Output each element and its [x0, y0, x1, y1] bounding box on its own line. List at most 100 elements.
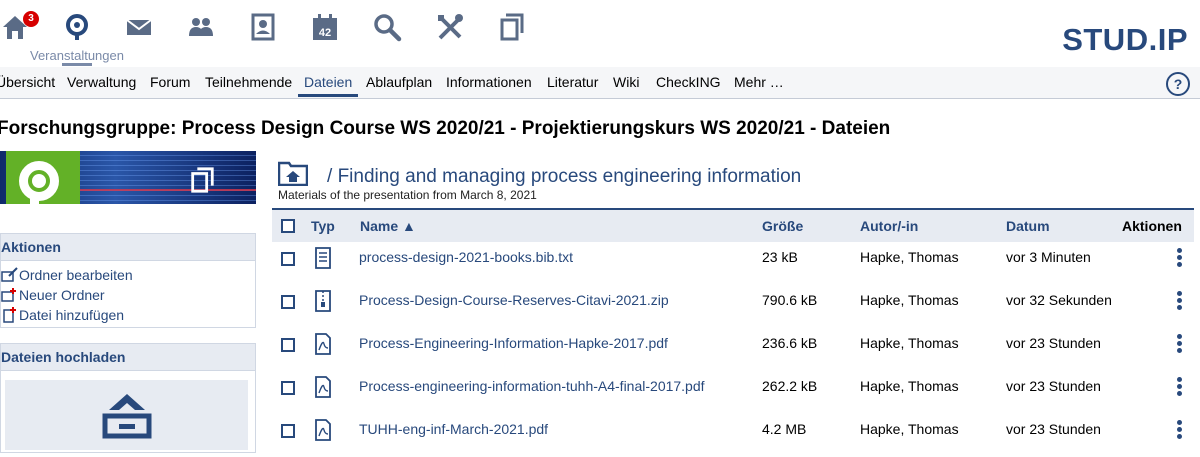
file-size: 4.2 MB — [762, 421, 807, 437]
select-all-checkbox[interactable] — [281, 219, 295, 233]
row-actions-menu-icon[interactable] — [1177, 334, 1182, 355]
active-tab-indicator — [298, 94, 358, 97]
tab-administration[interactable]: Verwaltung — [67, 74, 136, 90]
file-author: Hapke, Thomas — [860, 249, 959, 265]
sidebar-action-label: Ordner bearbeiten — [19, 267, 133, 283]
row-checkbox[interactable] — [281, 338, 295, 352]
tab-wiki[interactable]: Wiki — [613, 74, 639, 90]
community-icon[interactable] — [184, 10, 218, 44]
file-author: Hapke, Thomas — [860, 292, 959, 308]
row-actions-menu-icon[interactable] — [1177, 377, 1182, 398]
tab-files[interactable]: Dateien — [304, 74, 352, 90]
table-row: TUHH-eng-inf-March-2021.pdf 4.2 MB Hapke… — [272, 414, 1194, 457]
tab-literature[interactable]: Literatur — [547, 74, 598, 90]
sidebar-upload-widget: Dateien hochladen — [0, 343, 256, 453]
row-actions-menu-icon[interactable] — [1177, 291, 1182, 312]
search-icon[interactable] — [370, 10, 404, 44]
files-icon[interactable] — [495, 10, 529, 44]
upload-icon — [102, 394, 152, 439]
column-date[interactable]: Datum — [1006, 218, 1050, 234]
folder-home-icon[interactable] — [277, 160, 309, 191]
row-checkbox[interactable] — [281, 424, 295, 438]
tab-overview[interactable]: Übersicht — [0, 74, 55, 90]
add-file-icon — [3, 307, 16, 323]
tab-checking[interactable]: CheckING — [656, 74, 721, 90]
file-date: vor 23 Stunden — [1006, 335, 1101, 351]
text-file-icon — [315, 247, 331, 269]
help-icon[interactable]: ? — [1166, 72, 1190, 96]
calendar-icon[interactable]: 42 — [308, 10, 342, 44]
table-row: Process-engineering-information-tuhh-A4-… — [272, 371, 1194, 414]
edit-folder-icon — [1, 267, 18, 282]
banner-accent-line — [80, 189, 256, 191]
table-header: Typ Name ▲ Größe Autor/-in Datum Aktione… — [272, 208, 1194, 242]
pdf-file-icon — [315, 376, 331, 398]
file-size: 262.2 kB — [762, 378, 818, 394]
studip-logo[interactable]: STUD.IP — [1062, 22, 1188, 58]
row-actions-menu-icon[interactable] — [1177, 248, 1182, 269]
new-folder-action[interactable]: Neuer Ordner — [1, 285, 255, 305]
file-size: 23 kB — [762, 249, 798, 265]
course-logo — [6, 151, 80, 204]
sidebar-action-label: Neuer Ordner — [19, 287, 105, 303]
banner-pattern — [70, 151, 256, 204]
sidebar-actions-widget: Aktionen Ordner bearbeiten Neuer Ordner … — [0, 233, 256, 328]
sidebar-banner — [0, 151, 256, 204]
tab-schedule[interactable]: Ablaufplan — [366, 74, 432, 90]
folder-description: Materials of the presentation from March… — [278, 188, 537, 202]
edit-folder-action[interactable]: Ordner bearbeiten — [1, 265, 255, 285]
file-date: vor 32 Sekunden — [1006, 292, 1112, 308]
top-navigation-bar: 3 Veranstaltungen 42 STUD.IP — [0, 0, 1200, 68]
column-name[interactable]: Name ▲ — [360, 218, 416, 234]
calendar-day: 42 — [319, 27, 331, 39]
file-size: 790.6 kB — [762, 292, 818, 308]
zip-file-icon — [315, 290, 331, 312]
courses-icon[interactable] — [60, 10, 94, 44]
file-date: vor 3 Minuten — [1006, 249, 1091, 265]
row-checkbox[interactable] — [281, 381, 295, 395]
sort-ascending-icon: ▲ — [402, 218, 416, 234]
folder-breadcrumb: / Finding and managing process engineeri… — [327, 166, 801, 188]
table-row: process-design-2021-books.bib.txt 23 kB … — [272, 242, 1194, 285]
file-name-link[interactable]: process-design-2021-books.bib.txt — [359, 249, 573, 265]
column-size[interactable]: Größe — [762, 218, 803, 234]
tab-more[interactable]: Mehr … — [734, 74, 784, 90]
file-date: vor 23 Stunden — [1006, 421, 1101, 437]
add-file-action[interactable]: Datei hinzufügen — [1, 305, 255, 325]
file-author: Hapke, Thomas — [860, 421, 959, 437]
course-tab-bar: Übersicht Verwaltung Forum Teilnehmende … — [0, 67, 1200, 99]
column-author[interactable]: Autor/-in — [860, 218, 918, 234]
new-folder-icon — [1, 288, 16, 302]
file-date: vor 23 Stunden — [1006, 378, 1101, 394]
sidebar-upload-title: Dateien hochladen — [1, 344, 255, 371]
column-actions: Aktionen — [1122, 218, 1182, 234]
tools-icon[interactable] — [433, 10, 467, 44]
folder-title: Finding and managing process engineering… — [337, 166, 802, 187]
tab-information[interactable]: Informationen — [446, 74, 532, 90]
file-name-link[interactable]: Process-Design-Course-Reserves-Citavi-20… — [359, 292, 669, 308]
active-nav-indicator — [62, 63, 92, 66]
nav-caption-courses: Veranstaltungen — [30, 48, 124, 63]
row-checkbox[interactable] — [281, 252, 295, 266]
pdf-file-icon — [315, 419, 331, 441]
table-row: Process-Design-Course-Reserves-Citavi-20… — [272, 285, 1194, 328]
messages-icon[interactable] — [122, 10, 156, 44]
file-table: Typ Name ▲ Größe Autor/-in Datum Aktione… — [272, 208, 1194, 457]
file-size: 236.6 kB — [762, 335, 818, 351]
tab-forum[interactable]: Forum — [150, 74, 190, 90]
file-author: Hapke, Thomas — [860, 378, 959, 394]
table-row: Process-Engineering-Information-Hapke-20… — [272, 328, 1194, 371]
tab-participants[interactable]: Teilnehmende — [205, 74, 292, 90]
file-name-link[interactable]: TUHH-eng-inf-March-2021.pdf — [359, 421, 548, 437]
row-checkbox[interactable] — [281, 295, 295, 309]
sidebar-actions-title: Aktionen — [1, 234, 255, 261]
notification-badge[interactable]: 3 — [23, 11, 39, 27]
profile-icon[interactable] — [246, 10, 280, 44]
file-name-link[interactable]: Process-Engineering-Information-Hapke-20… — [359, 335, 668, 351]
column-type[interactable]: Typ — [311, 218, 335, 234]
file-author: Hapke, Thomas — [860, 335, 959, 351]
file-name-link[interactable]: Process-engineering-information-tuhh-A4-… — [359, 378, 705, 394]
pdf-file-icon — [315, 333, 331, 355]
page-title: Forschungsgruppe: Process Design Course … — [0, 118, 891, 139]
row-actions-menu-icon[interactable] — [1177, 420, 1182, 441]
